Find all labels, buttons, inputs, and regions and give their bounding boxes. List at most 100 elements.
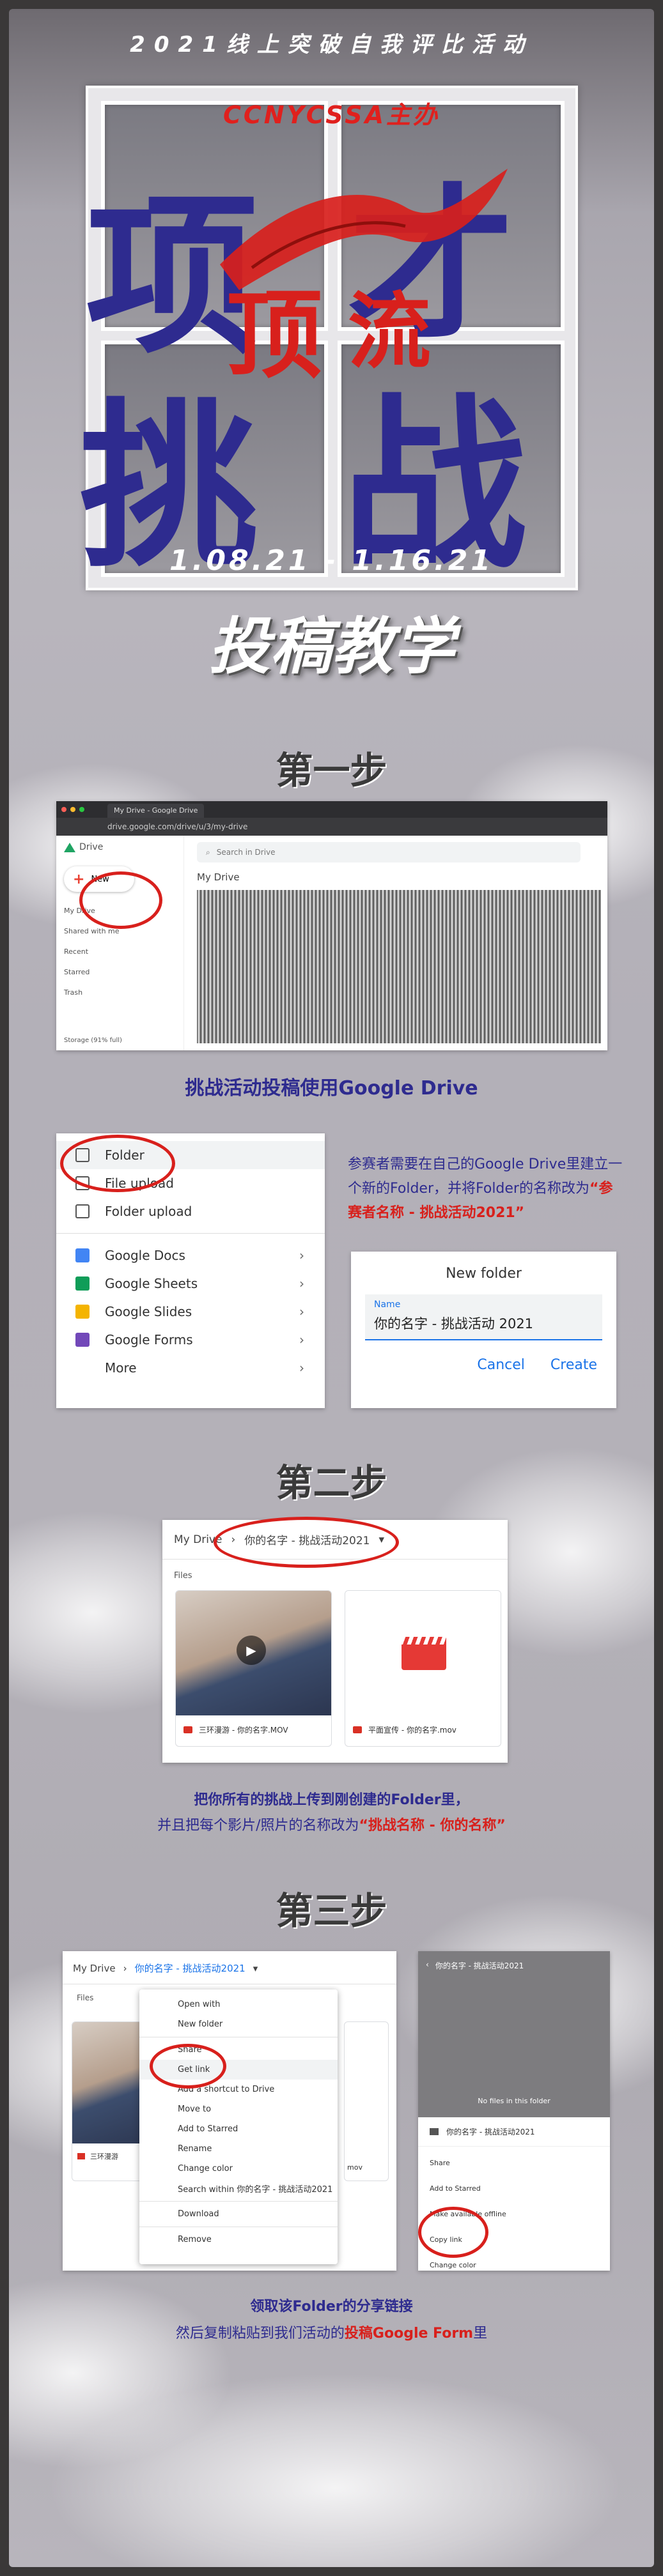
play-icon: ▶ [237,1636,266,1665]
drive-sidebar: Drive + New My Drive Shared with me Recen… [56,836,184,1050]
sidebar-item-trash[interactable]: Trash [64,983,176,1003]
menu-item-move-to[interactable]: Move to [139,2099,338,2119]
red-ribbon-illustration [220,169,508,290]
field-label: Name [374,1300,401,1310]
menu-item-google-slides[interactable]: Google Slides › [56,1298,325,1326]
chevron-right-icon: › [299,1276,304,1291]
breadcrumb-root[interactable]: My Drive [73,1963,116,1974]
video-thumbnail [345,1591,501,1715]
sidebar-item-starred[interactable]: Starred [64,962,176,983]
menu-item-search-within[interactable]: Search within 你的名字 - 挑战活动2021 [139,2179,338,2198]
video-file-icon [77,2153,85,2159]
storage-status: Storage (91% full) [64,1037,122,1044]
browser-tab-bar: My Drive - Google Drive [56,801,607,818]
file-card[interactable]: 平面宣传 - 你的名字.mov [345,1590,501,1747]
highlight-circle [214,1517,399,1568]
event-date-range: 1.08.21 - 1.16.21 [169,544,494,577]
chevron-right-icon: › [299,1248,304,1263]
drive-logo-icon [64,842,75,852]
docs-icon [75,1248,90,1262]
field-value: 你的名字 - 挑战活动 2021 [374,1316,534,1331]
file-name: mov [347,2163,363,2172]
file-name: 平面宣传 - 你的名字.mov [368,1726,456,1735]
menu-item-google-forms[interactable]: Google Forms › [56,1326,325,1354]
slides-icon [75,1305,90,1319]
close-dot-icon [61,807,66,812]
step-title: 第二步 [276,1461,387,1505]
menu-item-google-docs[interactable]: Google Docs › [56,1241,325,1269]
video-file-icon [183,1726,192,1733]
browser-tab[interactable]: My Drive - Google Drive [107,804,205,818]
minimize-dot-icon [70,807,75,812]
event-slogan: 2021线上突破自我评比活动 [130,32,533,57]
address-bar[interactable]: drive.google.com/drive/u/3/my-drive [56,818,607,836]
mobile-action-share[interactable]: Share [430,2150,598,2176]
breadcrumb-folder[interactable]: 你的名字 - 挑战活动2021 [135,1961,246,1975]
mobile-action-star[interactable]: Add to Starred [430,2176,598,2202]
organizer-label: CCNYCSSA主办 [222,101,441,129]
chevron-right-icon: › [299,1304,304,1319]
mobile-header: ‹ 你的名字 - 挑战活动2021 [418,1951,610,2117]
folder-upload-icon [75,1204,90,1218]
menu-item-change-color[interactable]: Change color [139,2159,338,2179]
menu-item-more[interactable]: More › [56,1354,325,1382]
file-name: 三环漫游 [90,2152,118,2161]
back-arrow-icon[interactable]: ‹ [426,1960,429,2108]
menu-item-open-with[interactable]: Open with [139,1995,338,2014]
step1-description: 参赛者需要在自己的Google Drive里建立一个新的Folder，并将Fol… [348,1156,623,1221]
video-file-icon [353,1726,362,1733]
create-button[interactable]: Create [550,1357,597,1373]
step-title: 第三步 [276,1889,387,1933]
empty-state: No files in this folder [478,2097,550,2105]
new-folder-dialog: New folder Name 你的名字 - 挑战活动 2021 Cancel … [351,1252,616,1408]
highlight-circle [79,871,162,929]
file-card[interactable]: ▶ 三环漫游 - 你的名字.MOV [175,1590,332,1747]
more-spacer [75,1361,90,1375]
file-card[interactable]: mov [344,2021,389,2181]
chevron-right-icon: › [299,1332,304,1347]
maximize-dot-icon [79,807,84,812]
sidebar-item-recent[interactable]: Recent [64,942,176,962]
chevron-right-icon: › [123,1962,127,1974]
step1-caption: 挑战活动投稿使用Google Drive [185,1077,478,1100]
video-thumbnail: ▶ [176,1591,331,1715]
menu-item-google-sheets[interactable]: Google Sheets › [56,1269,325,1298]
step3-caption-line2: 然后复制粘贴到我们活动的投稿Google Form里 [175,2326,488,2342]
chevron-right-icon: › [299,1360,304,1376]
menu-item-add-starred[interactable]: Add to Starred [139,2119,338,2139]
folder-name-field[interactable]: Name 你的名字 - 挑战活动 2021 [365,1294,602,1340]
search-icon: ⌕ [206,847,210,857]
chevron-down-icon: ▾ [253,1962,258,1974]
blurred-file-grid [197,890,601,1043]
page-title: 投稿教学 [208,611,455,682]
menu-item-remove[interactable]: Remove [139,2230,338,2250]
context-menu: Open with New folder Share Get link Add … [139,1989,338,2264]
menu-item-folder-upload[interactable]: Folder upload [56,1197,325,1225]
folder-icon [430,2128,439,2135]
step3-caption-line1: 领取该Folder的分享链接 [250,2299,413,2315]
step2-caption-line2: 并且把每个影片/照片的名称改为“挑战名称 - 你的名称” [157,1818,506,1834]
context-menu-screenshot: My Drive › 你的名字 - 挑战活动2021 ▾ Files 三环漫游 … [63,1951,396,2271]
highlight-circle [60,1135,175,1192]
search-input[interactable]: ⌕ Search in Drive [197,842,581,862]
cancel-button[interactable]: Cancel [477,1357,525,1373]
drive-main: ⌕ Search in Drive My Drive [184,836,607,1050]
breadcrumb[interactable]: My Drive [197,871,607,883]
step-title: 第一步 [276,749,387,792]
menu-item-new-folder[interactable]: New folder [139,2014,338,2034]
sheets-icon [75,1276,90,1291]
drive-logo: Drive [64,842,176,852]
highlight-circle [418,2207,488,2258]
plus-icon: + [73,871,85,887]
menu-item-download[interactable]: Download [139,2204,338,2224]
file-name: 三环漫游 - 你的名字.MOV [199,1726,288,1735]
poster: 2021线上突破自我评比活动 CCNYCSSA主办 项 才 挑 战 顶 流 1.… [9,9,654,2567]
breadcrumb: My Drive › 你的名字 - 挑战活动2021 ▾ [63,1951,396,1975]
mobile-folder-title: 你的名字 - 挑战活动2021 [435,1961,524,1970]
forms-icon [75,1333,90,1347]
step2-caption-line1: 把你所有的挑战上传到刚创建的Folder里， [194,1792,469,1808]
highlight-circle [150,2044,226,2089]
dialog-title: New folder [446,1266,522,1282]
clapperboard-icon [402,1637,446,1670]
menu-item-rename[interactable]: Rename [139,2139,338,2159]
